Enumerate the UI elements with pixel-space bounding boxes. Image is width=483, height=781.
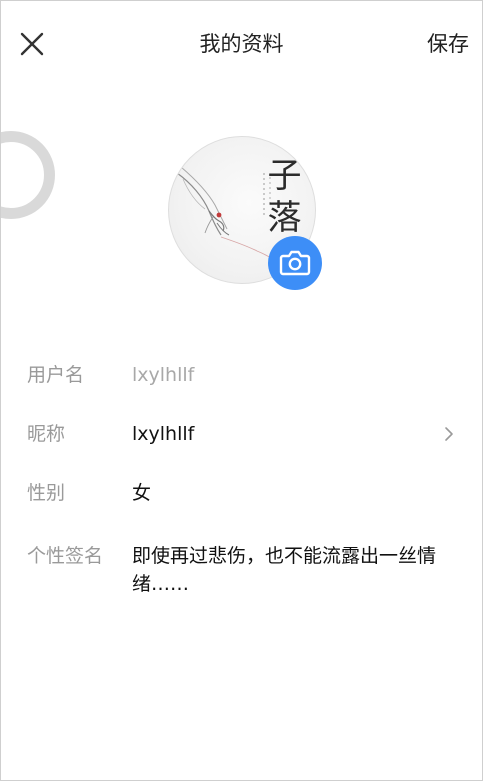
header-bar: 我的资料 保存 — [1, 1, 482, 85]
chevron-right-icon[interactable] — [444, 426, 454, 442]
nickname-value[interactable]: lxylhllf — [132, 420, 194, 448]
signature-value[interactable]: 即使再过悲伤，也不能流露出一丝情绪…… — [132, 542, 437, 598]
profile-screen: 我的资料 保存 子落 用户名 lxylhllf 昵称 lxylhllf 性别 女… — [0, 0, 483, 781]
save-button[interactable]: 保存 — [427, 29, 469, 59]
avatar-area[interactable]: 子落 — [168, 136, 322, 290]
camera-icon — [279, 250, 311, 276]
gender-value[interactable]: 女 — [132, 479, 151, 507]
floating-ring-decoration — [1, 131, 55, 219]
change-avatar-button[interactable] — [268, 236, 322, 290]
username-value: lxylhllf — [132, 364, 195, 386]
nickname-label: 昵称 — [27, 423, 66, 445]
gender-label: 性别 — [27, 482, 66, 504]
page-title: 我的资料 — [199, 32, 284, 56]
signature-label: 个性签名 — [27, 545, 104, 567]
username-label: 用户名 — [27, 364, 85, 386]
avatar-calligraphy: 子落 — [261, 157, 301, 241]
